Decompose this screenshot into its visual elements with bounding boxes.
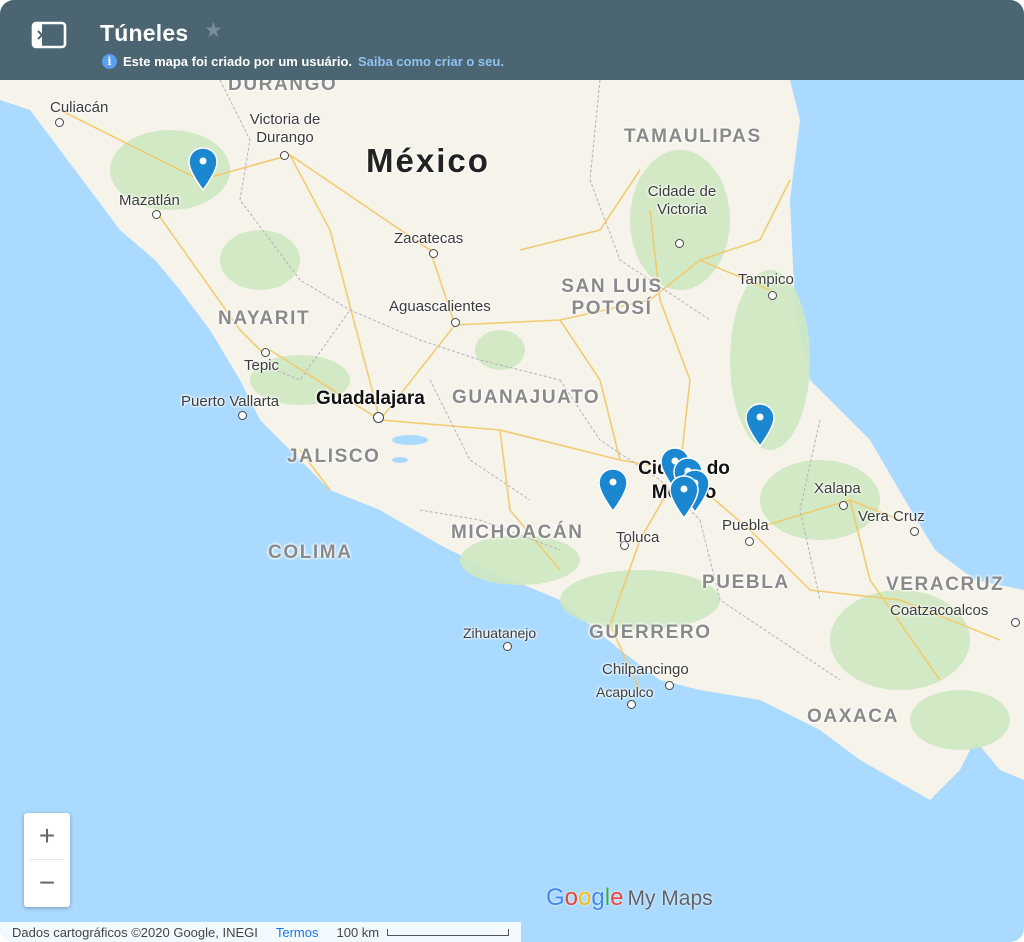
city-dot — [910, 527, 919, 536]
terms-link[interactable]: Termos — [276, 925, 319, 940]
city-dot — [1011, 618, 1020, 627]
city-dot — [429, 249, 438, 258]
city-label: Mazatlán — [119, 192, 180, 209]
state-label: SAN LUIS POTOSÍ — [561, 276, 663, 319]
scale-indicator[interactable]: 100 km — [337, 925, 510, 940]
city-dot — [745, 537, 754, 546]
state-label: GUERRERO — [589, 622, 712, 643]
city-label: Aguascalientes — [389, 298, 491, 315]
map-attribution: Dados cartográficos ©2020 Google, INEGI — [12, 924, 258, 940]
city-label: Puebla — [722, 517, 769, 534]
city-label: Puerto Vallarta — [181, 393, 280, 410]
city-label: Cidade de Victoria — [647, 183, 717, 218]
state-label: COLIMA — [268, 542, 353, 563]
city-label: Xalapa — [814, 480, 861, 497]
city-label: Tepic — [244, 357, 280, 374]
country-label: México — [366, 142, 490, 179]
sidebar-toggle-icon[interactable] — [30, 20, 68, 50]
state-label: OAXACA — [807, 706, 899, 727]
state-label: GUANAJUATO — [452, 387, 601, 408]
map-canvas[interactable]: México DURANGO TAMAULIPAS SAN LUIS POTOS… — [0, 74, 1024, 942]
city-label: Acapulco — [596, 684, 654, 700]
city-label: Zihuatanejo — [463, 625, 537, 641]
map-info-text: Este mapa foi criado por um usuário. — [123, 54, 352, 69]
city-label: Tampico — [738, 271, 794, 288]
city-label: Zacatecas — [394, 230, 464, 247]
scale-bar — [387, 928, 510, 936]
city-dot — [280, 151, 289, 160]
city-label: Toluca — [616, 529, 660, 546]
map-header: Túneles ★ i Este mapa foi criado por um … — [0, 0, 1024, 80]
google-wordmark: Google — [546, 884, 624, 911]
city-dot — [768, 291, 777, 300]
city-dot — [839, 501, 848, 510]
map-frame: Túneles ★ i Este mapa foi criado por um … — [0, 0, 1024, 942]
scale-label: 100 km — [336, 924, 380, 940]
state-label: MICHOACÁN — [451, 522, 584, 543]
learn-create-link[interactable]: Saiba como criar o seu. — [358, 54, 504, 69]
state-label: PUEBLA — [702, 572, 790, 593]
map-marker-pin[interactable] — [187, 146, 219, 192]
city-label: Guadalajara — [316, 388, 425, 409]
zoom-out-button[interactable]: − — [24, 860, 70, 906]
map-marker-pin[interactable] — [668, 474, 700, 520]
city-dot — [238, 411, 247, 420]
city-label: Culiacán — [50, 99, 109, 116]
city-dot — [665, 681, 674, 690]
google-my-maps-logo: Google My Maps — [546, 884, 713, 912]
zoom-in-button[interactable]: + — [24, 813, 70, 859]
city-dot — [675, 239, 684, 248]
city-label: Chilpancingo — [602, 661, 689, 678]
city-dot — [152, 210, 161, 219]
product-name: My Maps — [627, 887, 713, 910]
city-dot — [261, 348, 270, 357]
star-icon[interactable]: ★ — [204, 18, 223, 43]
info-icon: i — [102, 54, 117, 69]
map-marker-pin[interactable] — [597, 467, 629, 513]
city-dot — [627, 700, 636, 709]
city-dot — [55, 118, 64, 127]
map-marker-pin[interactable] — [744, 402, 776, 448]
state-label: TAMAULIPAS — [624, 126, 762, 147]
city-label: Vera Cruz — [858, 508, 925, 525]
state-label: NAYARIT — [218, 308, 311, 329]
map-title: Túneles — [100, 20, 189, 46]
city-label: Coatzacoalcos — [890, 602, 989, 619]
city-label: Victoria de Durango — [249, 111, 321, 146]
zoom-control: + − — [24, 813, 70, 907]
map-info-line: i Este mapa foi criado por um usuário. S… — [102, 54, 504, 69]
state-label: VERACRUZ — [886, 574, 1005, 595]
map-footer: Dados cartográficos ©2020 Google, INEGI … — [0, 922, 522, 942]
city-dot — [503, 642, 512, 651]
city-dot — [373, 412, 384, 423]
state-label: JALISCO — [287, 446, 381, 467]
city-dot — [451, 318, 460, 327]
